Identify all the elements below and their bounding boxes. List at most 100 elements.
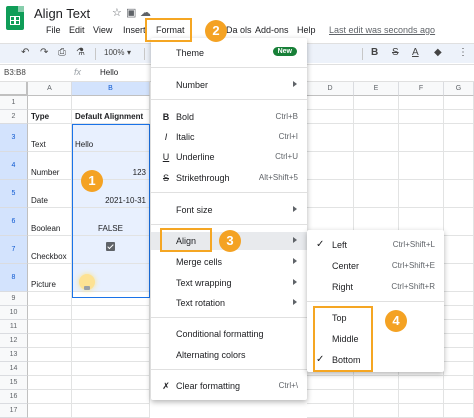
last-edit-link[interactable]: Last edit was seconds ago	[329, 25, 435, 35]
cell-e17[interactable]	[354, 404, 399, 418]
cell-f1[interactable]	[399, 96, 444, 110]
cell-b10[interactable]	[72, 306, 150, 320]
cell-a1[interactable]	[28, 96, 72, 110]
cell-b2-header[interactable]: Default Alignment	[72, 110, 150, 124]
cell-d2[interactable]	[307, 110, 354, 124]
cloud-status-icon[interactable]: ☁	[140, 6, 151, 19]
row-header-9[interactable]: 9	[0, 292, 28, 306]
cell-b14[interactable]	[72, 362, 150, 376]
cell-b6[interactable]: FALSE	[72, 208, 150, 236]
cell-d5[interactable]	[307, 180, 354, 208]
cell-d17[interactable]	[307, 404, 354, 418]
cell-b12[interactable]	[72, 334, 150, 348]
menu-data-tools-clipped[interactable]: Da ols	[226, 25, 252, 35]
cell-e2[interactable]	[354, 110, 399, 124]
cell-b16[interactable]	[72, 390, 150, 404]
cell-g17[interactable]	[444, 404, 474, 418]
cell-f4[interactable]	[399, 152, 444, 180]
cell-e16[interactable]	[354, 390, 399, 404]
cell-a15[interactable]	[28, 376, 72, 390]
cell-f3[interactable]	[399, 124, 444, 152]
row-header-10[interactable]: 10	[0, 306, 28, 320]
align-right-item[interactable]: Right Ctrl+Shift+R	[307, 278, 444, 296]
cell-a13[interactable]	[28, 348, 72, 362]
cell-g3[interactable]	[444, 124, 474, 152]
menu-file[interactable]: File	[46, 25, 61, 35]
menu-insert[interactable]: Insert	[123, 25, 146, 35]
row-header-7[interactable]: 7	[0, 236, 28, 264]
row-header-1[interactable]: 1	[0, 96, 28, 110]
more-options-icon[interactable]: ⋮	[458, 47, 468, 58]
menu-item-alternating-colors[interactable]: Alternating colors	[151, 346, 307, 364]
bold-icon[interactable]: B	[371, 47, 378, 58]
row-header-4[interactable]: 4	[0, 152, 28, 180]
menu-item-italic[interactable]: I Italic Ctrl+I	[151, 128, 307, 146]
menu-item-text-rotation[interactable]: Text rotation	[151, 294, 307, 312]
align-top-item[interactable]: Top	[307, 309, 444, 327]
cell-g9[interactable]	[444, 292, 474, 306]
cell-g6[interactable]	[444, 208, 474, 236]
align-left-item[interactable]: ✓ Left Ctrl+Shift+L	[307, 236, 444, 254]
cell-f5[interactable]	[399, 180, 444, 208]
row-header-16[interactable]: 16	[0, 390, 28, 404]
cell-a6[interactable]: Boolean	[28, 208, 72, 236]
align-bottom-item[interactable]: ✓ Bottom	[307, 351, 444, 369]
cell-g14[interactable]	[444, 362, 474, 376]
cell-g8[interactable]	[444, 264, 474, 292]
cell-a16[interactable]	[28, 390, 72, 404]
cell-d15[interactable]	[307, 376, 354, 390]
cell-a3[interactable]: Text	[28, 124, 72, 152]
menu-edit[interactable]: Edit	[69, 25, 85, 35]
cell-b7[interactable]	[72, 236, 150, 264]
menu-format[interactable]: Format	[156, 25, 185, 35]
menu-item-theme[interactable]: Theme New	[151, 44, 307, 62]
star-icon[interactable]: ☆	[112, 6, 122, 19]
cell-g1[interactable]	[444, 96, 474, 110]
cell-g16[interactable]	[444, 390, 474, 404]
cell-b17[interactable]	[72, 404, 150, 418]
cell-b15[interactable]	[72, 376, 150, 390]
fill-color-icon[interactable]: ◆	[434, 47, 442, 58]
row-header-13[interactable]: 13	[0, 348, 28, 362]
strikethrough-icon[interactable]: S	[392, 47, 399, 58]
cell-g2[interactable]	[444, 110, 474, 124]
cell-g10[interactable]	[444, 306, 474, 320]
cell-f15[interactable]	[399, 376, 444, 390]
cell-g11[interactable]	[444, 320, 474, 334]
undo-icon[interactable]: ↶	[21, 47, 29, 58]
row-header-11[interactable]: 11	[0, 320, 28, 334]
checkbox-icon[interactable]	[106, 242, 115, 251]
row-header-6[interactable]: 6	[0, 208, 28, 236]
document-title[interactable]: Align Text	[34, 6, 90, 21]
menu-item-merge-cells[interactable]: Merge cells	[151, 253, 307, 271]
cell-a11[interactable]	[28, 320, 72, 334]
row-header-17[interactable]: 17	[0, 404, 28, 418]
cell-a12[interactable]	[28, 334, 72, 348]
row-header-12[interactable]: 12	[0, 334, 28, 348]
menu-item-font-size[interactable]: Font size	[151, 201, 307, 219]
row-header-5[interactable]: 5	[0, 180, 28, 208]
menu-item-text-wrapping[interactable]: Text wrapping	[151, 274, 307, 292]
move-to-folder-icon[interactable]: ▣	[126, 6, 136, 19]
menu-help[interactable]: Help	[297, 25, 316, 35]
cell-d1[interactable]	[307, 96, 354, 110]
menu-item-number[interactable]: Number	[151, 76, 307, 94]
cell-b1[interactable]	[72, 96, 150, 110]
zoom-select[interactable]: 100%	[104, 48, 124, 57]
cell-e3[interactable]	[354, 124, 399, 152]
cell-b3[interactable]: Hello	[72, 124, 150, 152]
cell-a7[interactable]: Checkbox	[28, 236, 72, 264]
row-header-8[interactable]: 8	[0, 264, 28, 292]
menu-addons[interactable]: Add-ons	[255, 25, 289, 35]
column-header-d[interactable]: D	[307, 82, 354, 96]
column-header-f[interactable]: F	[399, 82, 444, 96]
formula-input[interactable]: Hello	[100, 68, 118, 77]
cell-d16[interactable]	[307, 390, 354, 404]
cell-e4[interactable]	[354, 152, 399, 180]
row-header-15[interactable]: 15	[0, 376, 28, 390]
menu-item-strikethrough[interactable]: S Strikethrough Alt+Shift+5	[151, 169, 307, 187]
column-header-e[interactable]: E	[354, 82, 399, 96]
cell-b13[interactable]	[72, 348, 150, 362]
cell-e1[interactable]	[354, 96, 399, 110]
cell-a9[interactable]	[28, 292, 72, 306]
